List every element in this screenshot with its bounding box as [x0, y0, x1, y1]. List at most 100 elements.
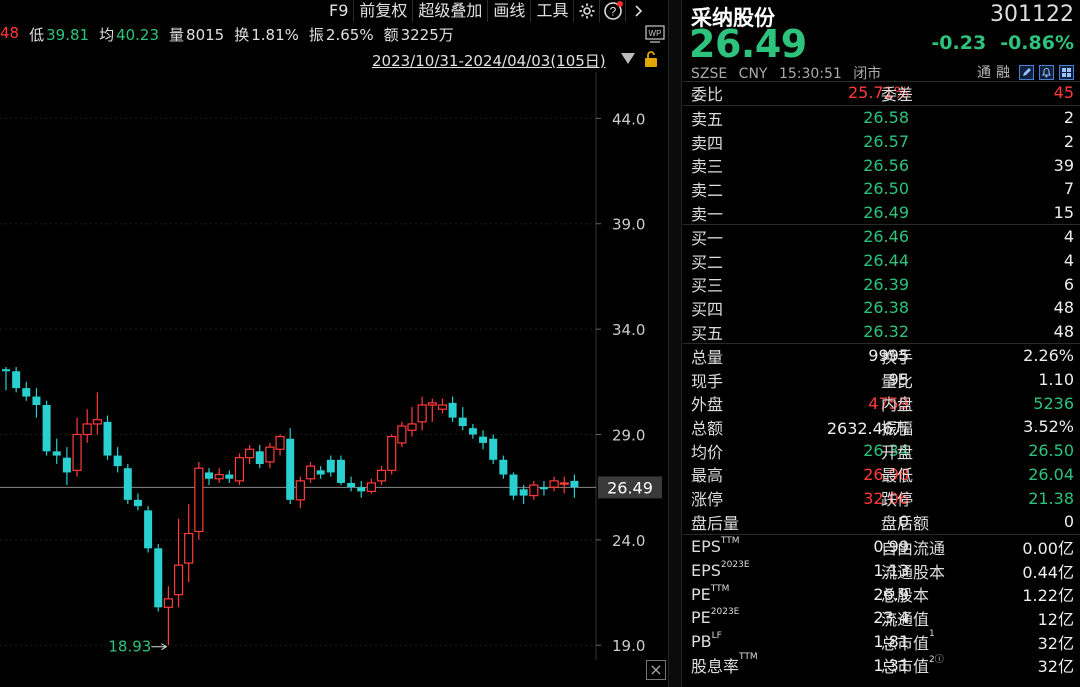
fundamental-row: EPSTTM 0.99 自由流通 0.00亿: [683, 535, 1080, 559]
candle[interactable]: [376, 466, 387, 486]
wp-icon[interactable]: WP: [645, 25, 665, 47]
stat-row: 均价 26.34 开盘 26.50: [683, 439, 1080, 463]
candle[interactable]: [245, 445, 255, 464]
candlestick-chart[interactable]: 44.0 39.0 34.0 29.0 24.0 19.0 26.49 18.93: [0, 72, 668, 660]
candle[interactable]: [549, 476, 559, 492]
candle[interactable]: [22, 381, 31, 401]
candle[interactable]: [387, 434, 397, 475]
candle[interactable]: [479, 430, 488, 450]
candle[interactable]: [295, 476, 305, 509]
candle[interactable]: [458, 407, 467, 431]
candle[interactable]: [42, 400, 51, 456]
currency: CNY: [738, 66, 768, 82]
candle[interactable]: [417, 396, 427, 431]
close-icon[interactable]: ×: [646, 660, 666, 680]
date-range-selector[interactable]: 2023/10/31-2024/04/03(105日): [372, 50, 606, 71]
candle[interactable]: [255, 445, 264, 469]
stat-label: 总量: [691, 347, 724, 367]
candle[interactable]: [347, 476, 356, 492]
stat-value: 0: [1063, 512, 1074, 532]
toolbar-draw-button[interactable]: 画线: [488, 0, 532, 22]
candle[interactable]: [144, 506, 153, 553]
bid-volume: 4: [1063, 251, 1074, 271]
candle[interactable]: [154, 544, 163, 612]
bid-volume: 6: [1063, 274, 1074, 294]
candle[interactable]: [539, 480, 548, 496]
candle[interactable]: [559, 476, 569, 494]
candle[interactable]: [489, 434, 498, 464]
edit-icon[interactable]: [1019, 64, 1034, 80]
candle[interactable]: [499, 455, 508, 479]
caret-down-icon[interactable]: [621, 53, 635, 64]
toolbar-overlay-button[interactable]: 超级叠加: [413, 0, 489, 22]
candle[interactable]: [275, 434, 285, 456]
candle[interactable]: [163, 586, 173, 646]
candle[interactable]: [570, 474, 579, 498]
candle[interactable]: [194, 461, 204, 540]
candle[interactable]: [437, 398, 448, 414]
candle[interactable]: [205, 468, 213, 486]
ask-row[interactable]: 卖四 26.57 2: [683, 130, 1080, 154]
bid-row[interactable]: 买四 26.38 48: [683, 296, 1080, 320]
bid-row[interactable]: 买二 26.44 4: [683, 249, 1080, 273]
candle[interactable]: [32, 388, 41, 418]
candle[interactable]: [92, 392, 102, 435]
fundamental-row: PE2023E 23.4 流通值 12亿: [683, 606, 1080, 630]
bid-row[interactable]: 买一 26.46 4: [683, 225, 1080, 249]
ask-row[interactable]: 卖一 26.49 15: [683, 201, 1080, 225]
toolbar-adjust-button[interactable]: 前复权: [354, 0, 414, 22]
candle[interactable]: [529, 480, 539, 500]
candle[interactable]: [519, 485, 528, 505]
candle[interactable]: [82, 409, 92, 443]
candle[interactable]: [326, 455, 335, 477]
candle[interactable]: [123, 464, 132, 505]
unlock-icon[interactable]: [643, 50, 659, 72]
bid-row[interactable]: 买五 26.32 48: [683, 320, 1080, 344]
ask-row[interactable]: 卖五 26.58 2: [683, 106, 1080, 130]
candle[interactable]: [357, 480, 366, 498]
candle[interactable]: [286, 428, 295, 505]
candle[interactable]: [336, 455, 345, 486]
candle[interactable]: [316, 466, 325, 479]
candle[interactable]: [173, 518, 184, 608]
bell-icon[interactable]: [1039, 64, 1054, 80]
candle[interactable]: [103, 415, 112, 460]
ask-row[interactable]: 卖二 26.50 7: [683, 177, 1080, 201]
candle-body: [42, 404, 51, 452]
candle[interactable]: [468, 423, 477, 439]
candle[interactable]: [52, 438, 61, 464]
candle-body: [387, 436, 397, 471]
candle-body: [539, 487, 548, 490]
panel-splitter[interactable]: [668, 0, 682, 687]
help-icon[interactable]: ?: [600, 0, 627, 22]
candle[interactable]: [12, 367, 21, 393]
fundamental-label: 总市值1: [881, 628, 935, 653]
candle[interactable]: [225, 470, 234, 483]
grid-icon[interactable]: [1059, 64, 1074, 80]
candle[interactable]: [509, 472, 518, 500]
toolbar-tools-button[interactable]: 工具: [531, 0, 575, 22]
candle[interactable]: [234, 453, 245, 486]
candle[interactable]: [113, 447, 122, 473]
candle[interactable]: [305, 461, 316, 483]
toolbar-f9-button[interactable]: F9: [324, 0, 355, 22]
candle[interactable]: [133, 493, 142, 511]
candle[interactable]: [265, 442, 275, 469]
candle[interactable]: [214, 468, 224, 483]
bid-row[interactable]: 买三 26.39 6: [683, 272, 1080, 296]
fundamental-label: 股息率TTM: [691, 652, 758, 677]
gear-icon[interactable]: [574, 0, 601, 22]
candle[interactable]: [184, 504, 194, 583]
candle-body: [194, 467, 204, 533]
candle[interactable]: [62, 447, 71, 486]
current-price-label: 26.49: [607, 478, 653, 497]
chevron-right-icon[interactable]: [626, 0, 652, 22]
ask-row[interactable]: 卖三 26.56 39: [683, 153, 1080, 177]
candle[interactable]: [448, 396, 457, 422]
candle[interactable]: [2, 367, 10, 391]
candle[interactable]: [407, 407, 417, 437]
candle[interactable]: [397, 421, 407, 448]
candle[interactable]: [72, 417, 82, 477]
candle[interactable]: [366, 478, 376, 494]
candle[interactable]: [427, 398, 437, 422]
